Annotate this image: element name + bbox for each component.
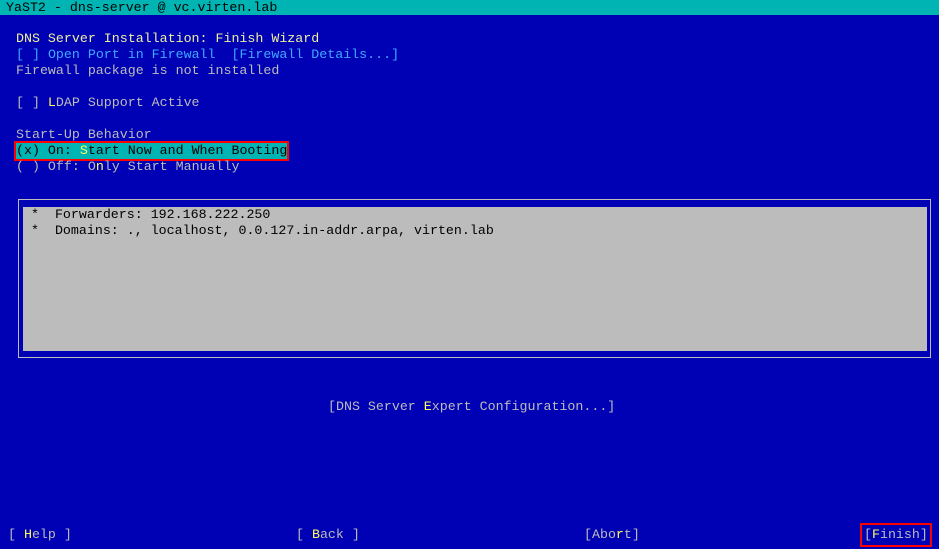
finish-button[interactable]: [Finish] [860, 523, 932, 547]
hotkey-letter: E [423, 399, 432, 414]
summary-item-domains: * Domains: ., localhost, 0.0.127.in-addr… [31, 223, 494, 238]
hotkey-letter: r [615, 527, 624, 542]
checkbox-box[interactable]: [ ] [16, 47, 40, 62]
help-button[interactable]: [ Help ] [8, 527, 72, 543]
radio-indicator[interactable]: (x) [16, 143, 40, 158]
button-text: [ [296, 527, 312, 542]
button-text: inish] [879, 527, 928, 542]
firewall-details-button[interactable]: [Firewall Details...] [231, 47, 399, 62]
radio-start-manually[interactable]: ( ) Off: Only Start Manually [16, 159, 239, 175]
button-text: t] [623, 527, 640, 542]
radio-indicator[interactable]: ( ) [16, 159, 40, 174]
radio-label: tart Now and When Booting [87, 143, 288, 158]
button-text: xpert Configuration...] [431, 399, 616, 414]
ldap-checkbox[interactable]: [ ] LDAP Support Active [16, 95, 200, 111]
button-text: ack ] [319, 527, 360, 542]
page-title: DNS Server Installation: Finish Wizard [16, 31, 320, 46]
summary-box[interactable]: * Forwarders: 192.168.222.250 * Domains:… [23, 207, 927, 351]
abort-button[interactable]: [Abort] [584, 527, 640, 543]
hotkey-letter: F [871, 527, 880, 542]
checkbox-box[interactable]: [ ] [16, 95, 48, 110]
button-text: [Abo [584, 527, 616, 542]
ldap-label: DAP Support Active [55, 95, 200, 110]
open-port-checkbox[interactable]: [ ] Open Port in Firewall [16, 47, 216, 62]
window-title: YaST2 - dns-server @ vc.virten.lab [6, 0, 278, 15]
button-text: [DNS Server [328, 399, 424, 414]
radio-label-prefix: Off: O [39, 159, 96, 174]
hotkey-letter: H [23, 527, 32, 542]
radio-label: ly Start Manually [103, 159, 240, 174]
hotkey-letter: B [311, 527, 320, 542]
open-port-label[interactable]: Open Port in Firewall [48, 47, 216, 62]
radio-label-prefix: On: [39, 143, 80, 158]
firewall-status: Firewall package is not installed [16, 63, 280, 78]
button-text: [ [8, 527, 24, 542]
title-bar: YaST2 - dns-server @ vc.virten.lab [0, 0, 939, 15]
hotkey-letter: L [47, 95, 56, 110]
firewall-row: [ ] Open Port in Firewall [Firewall Deta… [16, 47, 399, 63]
button-text: elp ] [31, 527, 72, 542]
radio-start-on-boot[interactable]: (x) On: Start Now and When Booting [13, 141, 290, 161]
hotkey-letter: S [79, 143, 88, 158]
expert-configuration-button[interactable]: [DNS Server Expert Configuration...] [328, 399, 615, 415]
button-text: [ [864, 527, 872, 542]
back-button[interactable]: [ Back ] [296, 527, 360, 543]
startup-behavior-label: Start-Up Behavior [16, 127, 152, 142]
hotkey-letter: n [95, 159, 104, 174]
summary-item-forwarders: * Forwarders: 192.168.222.250 [31, 207, 271, 222]
